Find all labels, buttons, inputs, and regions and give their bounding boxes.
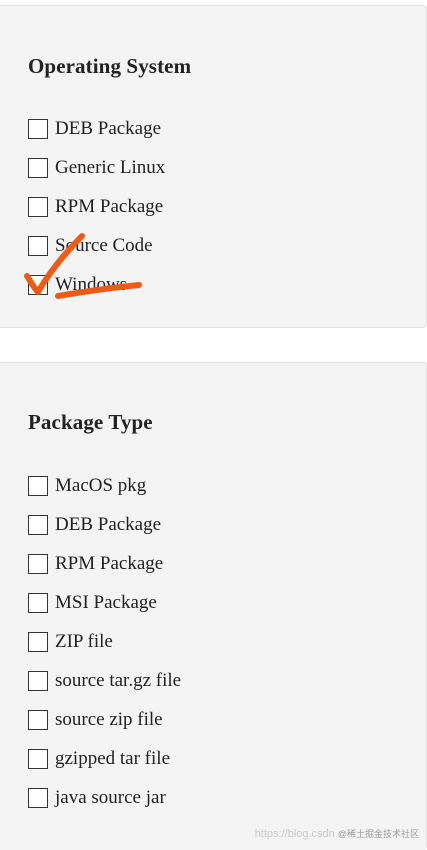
checkbox[interactable] xyxy=(28,196,48,217)
checkbox[interactable] xyxy=(28,592,48,613)
option-label: Windows xyxy=(55,274,128,295)
checkbox[interactable] xyxy=(28,748,48,769)
package-type-filter-panel: Package Type MacOS pkg DEB Package RPM Pac… xyxy=(0,362,427,850)
package-type-options: MacOS pkg DEB Package RPM Package MSI Packa… xyxy=(28,466,181,817)
option-rpm-package[interactable]: RPM Package xyxy=(28,187,165,226)
option-label: gzipped tar file xyxy=(55,748,171,769)
option-source-tar-gz-file[interactable]: source tar.gz file xyxy=(28,661,181,700)
operating-system-heading: Operating System xyxy=(28,54,192,78)
checkbox[interactable] xyxy=(28,553,48,574)
watermark-handle: @稀土掘金技术社区 xyxy=(337,829,419,839)
option-label: MacOS pkg xyxy=(55,475,147,496)
option-label: ZIP file xyxy=(55,631,113,652)
option-label: DEB Package xyxy=(55,118,162,139)
option-deb-package[interactable]: DEB Package xyxy=(28,109,165,148)
checkbox[interactable] xyxy=(28,514,48,535)
option-windows[interactable]: Windows xyxy=(28,265,165,304)
option-label: source zip file xyxy=(55,709,163,730)
watermark: https://blog.csdn @稀土掘金技术社区 xyxy=(255,827,419,840)
checkbox[interactable] xyxy=(28,274,48,295)
checkbox[interactable] xyxy=(28,709,48,730)
option-gzipped-tar-file[interactable]: gzipped tar file xyxy=(28,739,181,778)
checkbox[interactable] xyxy=(28,670,48,691)
option-label: DEB Package xyxy=(55,514,162,535)
option-label: Generic Linux xyxy=(55,157,166,178)
option-source-code[interactable]: Source Code xyxy=(28,226,165,265)
option-java-source-jar[interactable]: java source jar xyxy=(28,778,181,817)
option-label: RPM Package xyxy=(55,553,164,574)
checkbox[interactable] xyxy=(28,235,48,256)
option-label: MSI Package xyxy=(55,592,157,613)
checkbox[interactable] xyxy=(28,157,48,178)
option-rpm-package[interactable]: RPM Package xyxy=(28,544,181,583)
option-deb-package[interactable]: DEB Package xyxy=(28,505,181,544)
option-label: Source Code xyxy=(55,235,153,256)
package-type-heading: Package Type xyxy=(28,410,153,434)
checkbox[interactable] xyxy=(28,475,48,496)
option-zip-file[interactable]: ZIP file xyxy=(28,622,181,661)
checkbox[interactable] xyxy=(28,787,48,808)
checkbox[interactable] xyxy=(28,631,48,652)
watermark-url: https://blog.csdn xyxy=(254,828,335,840)
operating-system-filter-panel: Operating System DEB Package Generic Linu… xyxy=(0,5,427,328)
option-generic-linux[interactable]: Generic Linux xyxy=(28,148,165,187)
option-label: java source jar xyxy=(55,787,166,808)
option-label: RPM Package xyxy=(55,196,164,217)
option-macos-pkg[interactable]: MacOS pkg xyxy=(28,466,181,505)
operating-system-options: DEB Package Generic Linux RPM Package Sourc… xyxy=(28,109,165,304)
option-label: source tar.gz file xyxy=(55,670,182,691)
option-msi-package[interactable]: MSI Package xyxy=(28,583,181,622)
option-source-zip-file[interactable]: source zip file xyxy=(28,700,181,739)
checkbox[interactable] xyxy=(28,118,48,139)
